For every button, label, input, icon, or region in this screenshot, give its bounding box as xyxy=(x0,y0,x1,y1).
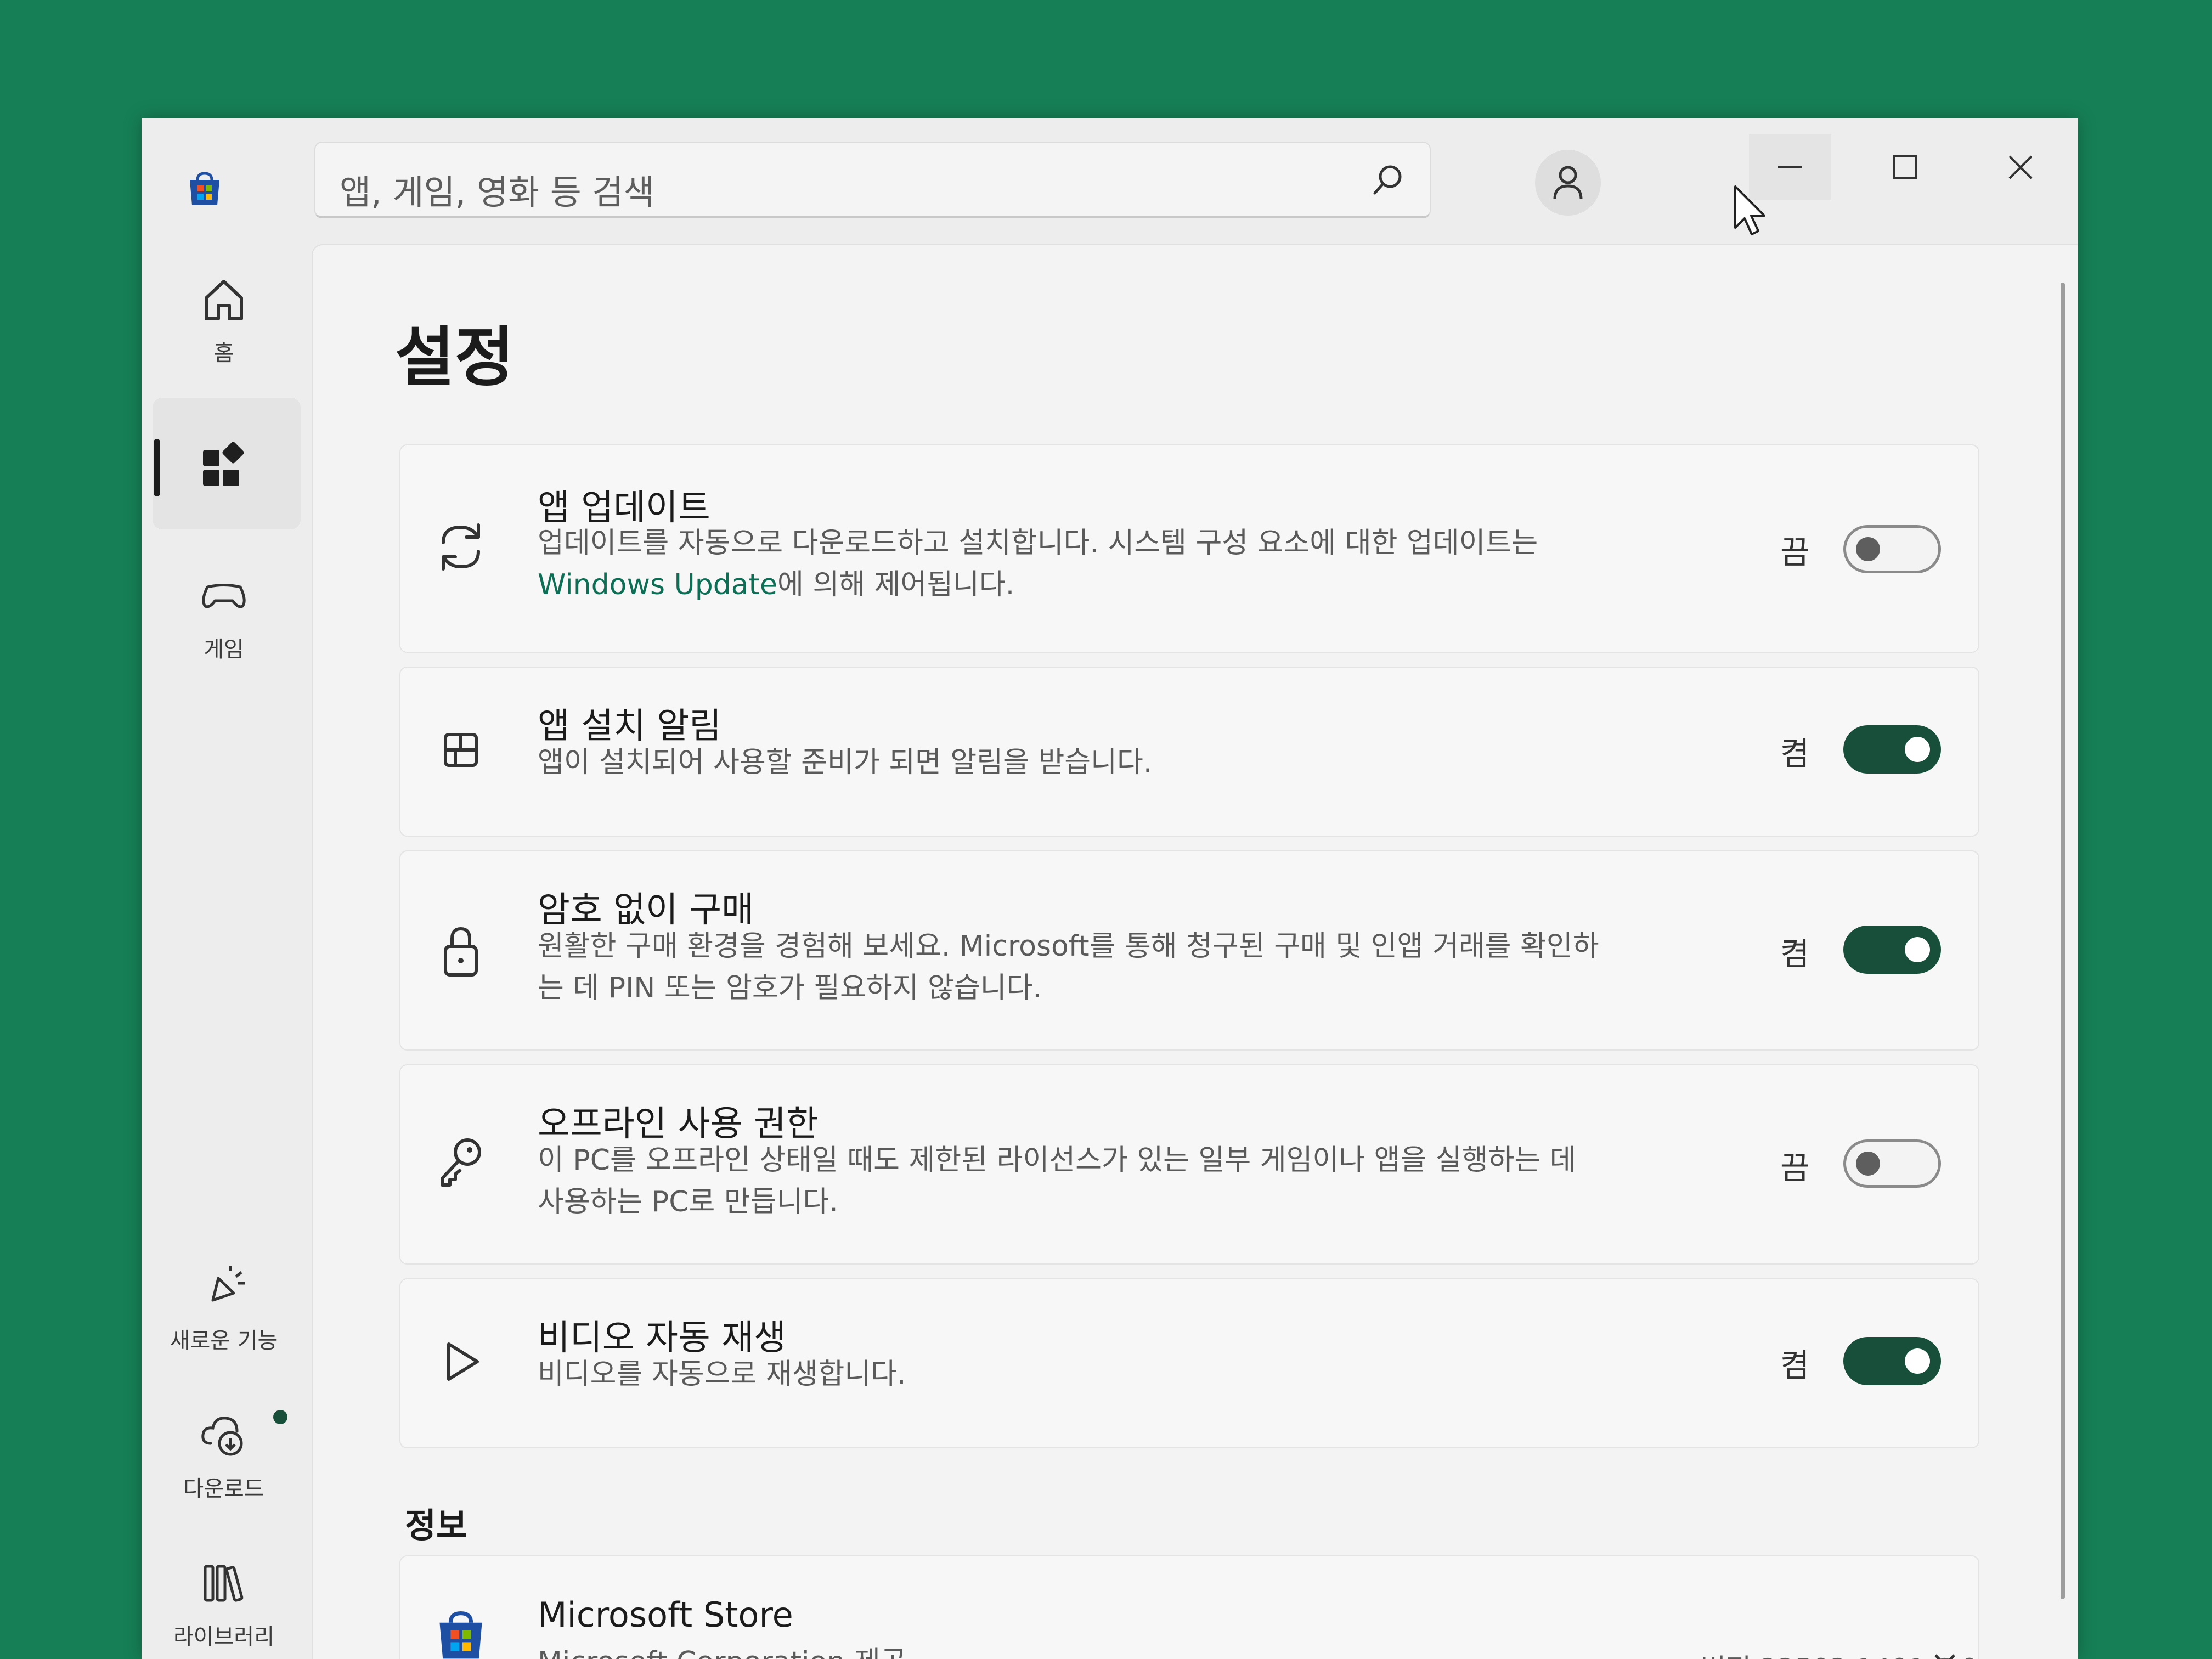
library-icon xyxy=(204,1565,244,1602)
setting-description-line: 비디오를 자동으로 재생합니다. xyxy=(538,1358,906,1391)
sidebar-item-home[interactable]: 홈 xyxy=(142,272,306,367)
setting-description: 업데이트를 자동으로 다운로드하고 설치합니다. 시스템 구성 요소에 대한 업… xyxy=(538,522,1717,606)
toggle-knob xyxy=(1905,937,1930,962)
gamepad-icon xyxy=(202,584,246,608)
maximize-icon xyxy=(1893,155,1917,179)
sidebar-item-label: 게임 xyxy=(204,637,244,662)
toggle-state-label: 켬 xyxy=(1780,735,1810,772)
setting-title: 오프라인 사용 권한 xyxy=(538,1104,819,1144)
setting-description-line: 이 PC를 오프라인 상태일 때도 제한된 라이선스가 있는 일부 게임이나 앱… xyxy=(538,1144,1576,1177)
maximize-button[interactable] xyxy=(1864,134,1946,200)
purchase-without-password-toggle[interactable] xyxy=(1843,926,1941,974)
toggle-knob xyxy=(1856,537,1880,561)
sync-icon xyxy=(442,523,480,571)
setting-video-autoplay: 비디오 자동 재생 비디오를 자동으로 재생합니다. 켬 xyxy=(399,1278,1979,1448)
windows-update-link[interactable]: Windows Update xyxy=(538,568,777,601)
download-badge-dot xyxy=(273,1410,287,1424)
setting-description: 원활한 구매 환경을 경험해 보세요. Microsoft를 통해 청구된 구매… xyxy=(538,926,1717,1009)
page-title: 설정 xyxy=(395,319,515,395)
account-button[interactable] xyxy=(1535,150,1601,216)
setting-title: 비디오 자동 재생 xyxy=(538,1318,786,1358)
setting-description: 이 PC를 오프라인 상태일 때도 제한된 라이선스가 있는 일부 게임이나 앱… xyxy=(538,1139,1717,1223)
setting-offline-permissions: 오프라인 사용 권한 이 PC를 오프라인 상태일 때도 제한된 라이선스가 있… xyxy=(399,1064,1979,1265)
close-icon xyxy=(2008,155,2033,179)
toggle-state-label: 켬 xyxy=(1780,935,1810,973)
setting-description: 앱이 설치되어 사용할 준비가 되면 알림을 받습니다. xyxy=(538,742,1717,783)
setting-title: 앱 설치 알림 xyxy=(538,706,722,747)
home-icon xyxy=(205,280,243,320)
setting-description: 비디오를 자동으로 재생합니다. xyxy=(538,1353,1717,1395)
sidebar-item-label: 라이브러리 xyxy=(173,1624,274,1650)
toggle-state-label: 끔 xyxy=(1780,534,1810,571)
setting-description-line: Windows Update에 의해 제어됩니다. xyxy=(538,564,1717,606)
setting-description-line: 앱이 설치되어 사용할 준비가 되면 알림을 받습니다. xyxy=(538,746,1153,779)
person-icon xyxy=(1553,166,1583,200)
store-logo-icon xyxy=(190,172,219,205)
mouse-cursor-icon xyxy=(1734,185,1765,235)
setting-description-line: 사용하는 PC로 만듭니다. xyxy=(538,1186,838,1218)
scrollbar[interactable] xyxy=(2061,283,2065,1599)
close-button[interactable] xyxy=(1979,134,2062,200)
app-updates-toggle[interactable] xyxy=(1843,525,1941,573)
sidebar-item-whats-new[interactable]: 새로운 기능 xyxy=(142,1259,306,1355)
chevron-down-icon[interactable] xyxy=(1931,1650,1959,1659)
about-store-card[interactable]: Microsoft Store Microsoft Corporation 제공… xyxy=(399,1555,1979,1659)
offline-permissions-toggle[interactable] xyxy=(1843,1139,1941,1188)
download-icon xyxy=(201,1417,243,1456)
setting-purchase-without-password: 암호 없이 구매 원활한 구매 환경을 경험해 보세요. Microsoft를 … xyxy=(399,850,1979,1051)
sidebar-item-apps[interactable] xyxy=(142,439,306,494)
toggle-knob xyxy=(1856,1152,1880,1176)
toggle-state-label: 켬 xyxy=(1780,1347,1810,1384)
toggle-knob xyxy=(1905,737,1930,762)
whats-new-icon xyxy=(211,1266,245,1302)
setting-description-line: 는 데 PIN 또는 암호가 필요하지 않습니다. xyxy=(538,972,1042,1005)
toggle-knob xyxy=(1905,1348,1930,1374)
setting-app-updates: 앱 업데이트 업데이트를 자동으로 다운로드하고 설치합니다. 시스템 구성 요… xyxy=(399,444,1979,653)
setting-description-line: 원활한 구매 환경을 경험해 보세요. Microsoft를 통해 청구된 구매… xyxy=(538,930,1599,963)
sidebar-item-library[interactable]: 라이브러리 xyxy=(142,1555,306,1651)
app-install-notifications-toggle[interactable] xyxy=(1843,725,1941,774)
toggle-state-label: 끔 xyxy=(1780,1149,1810,1187)
setting-app-install-notifications: 앱 설치 알림 앱이 설치되어 사용할 준비가 되면 알림을 받습니다. 켬 xyxy=(399,667,1979,837)
section-title-info: 정보 xyxy=(405,1505,468,1545)
search-box[interactable]: 앱, 게임, 영화 등 검색 xyxy=(314,142,1431,218)
lock-icon xyxy=(444,927,478,977)
setting-description-line: 업데이트를 자동으로 다운로드하고 설치합니다. 시스템 구성 요소에 대한 업… xyxy=(538,527,1538,560)
store-publisher: Microsoft Corporation 제공 xyxy=(538,1639,907,1659)
app-install-icon xyxy=(444,733,478,767)
search-icon[interactable] xyxy=(1368,160,1408,200)
setting-description-text: 에 의해 제어됩니다. xyxy=(777,568,1015,601)
key-icon xyxy=(441,1138,481,1187)
video-autoplay-toggle[interactable] xyxy=(1843,1337,1941,1385)
store-logo-icon xyxy=(439,1611,482,1659)
sidebar-item-label: 다운로드 xyxy=(183,1476,264,1502)
sidebar-item-games[interactable]: 게임 xyxy=(142,568,306,663)
store-name: Microsoft Store xyxy=(538,1595,793,1635)
store-window: 앱, 게임, 영화 등 검색 홈 게임 새로운 기능 다운로드 라이브러리 설정… xyxy=(142,118,2078,1659)
minimize-icon xyxy=(1778,166,1802,168)
sidebar-item-label: 새로운 기능 xyxy=(170,1328,278,1353)
sidebar-item-label: 홈 xyxy=(213,341,234,366)
search-input[interactable]: 앱, 게임, 영화 등 검색 xyxy=(340,165,655,214)
apps-icon xyxy=(203,442,244,486)
setting-title: 암호 없이 구매 xyxy=(538,890,754,930)
play-icon xyxy=(447,1342,479,1381)
